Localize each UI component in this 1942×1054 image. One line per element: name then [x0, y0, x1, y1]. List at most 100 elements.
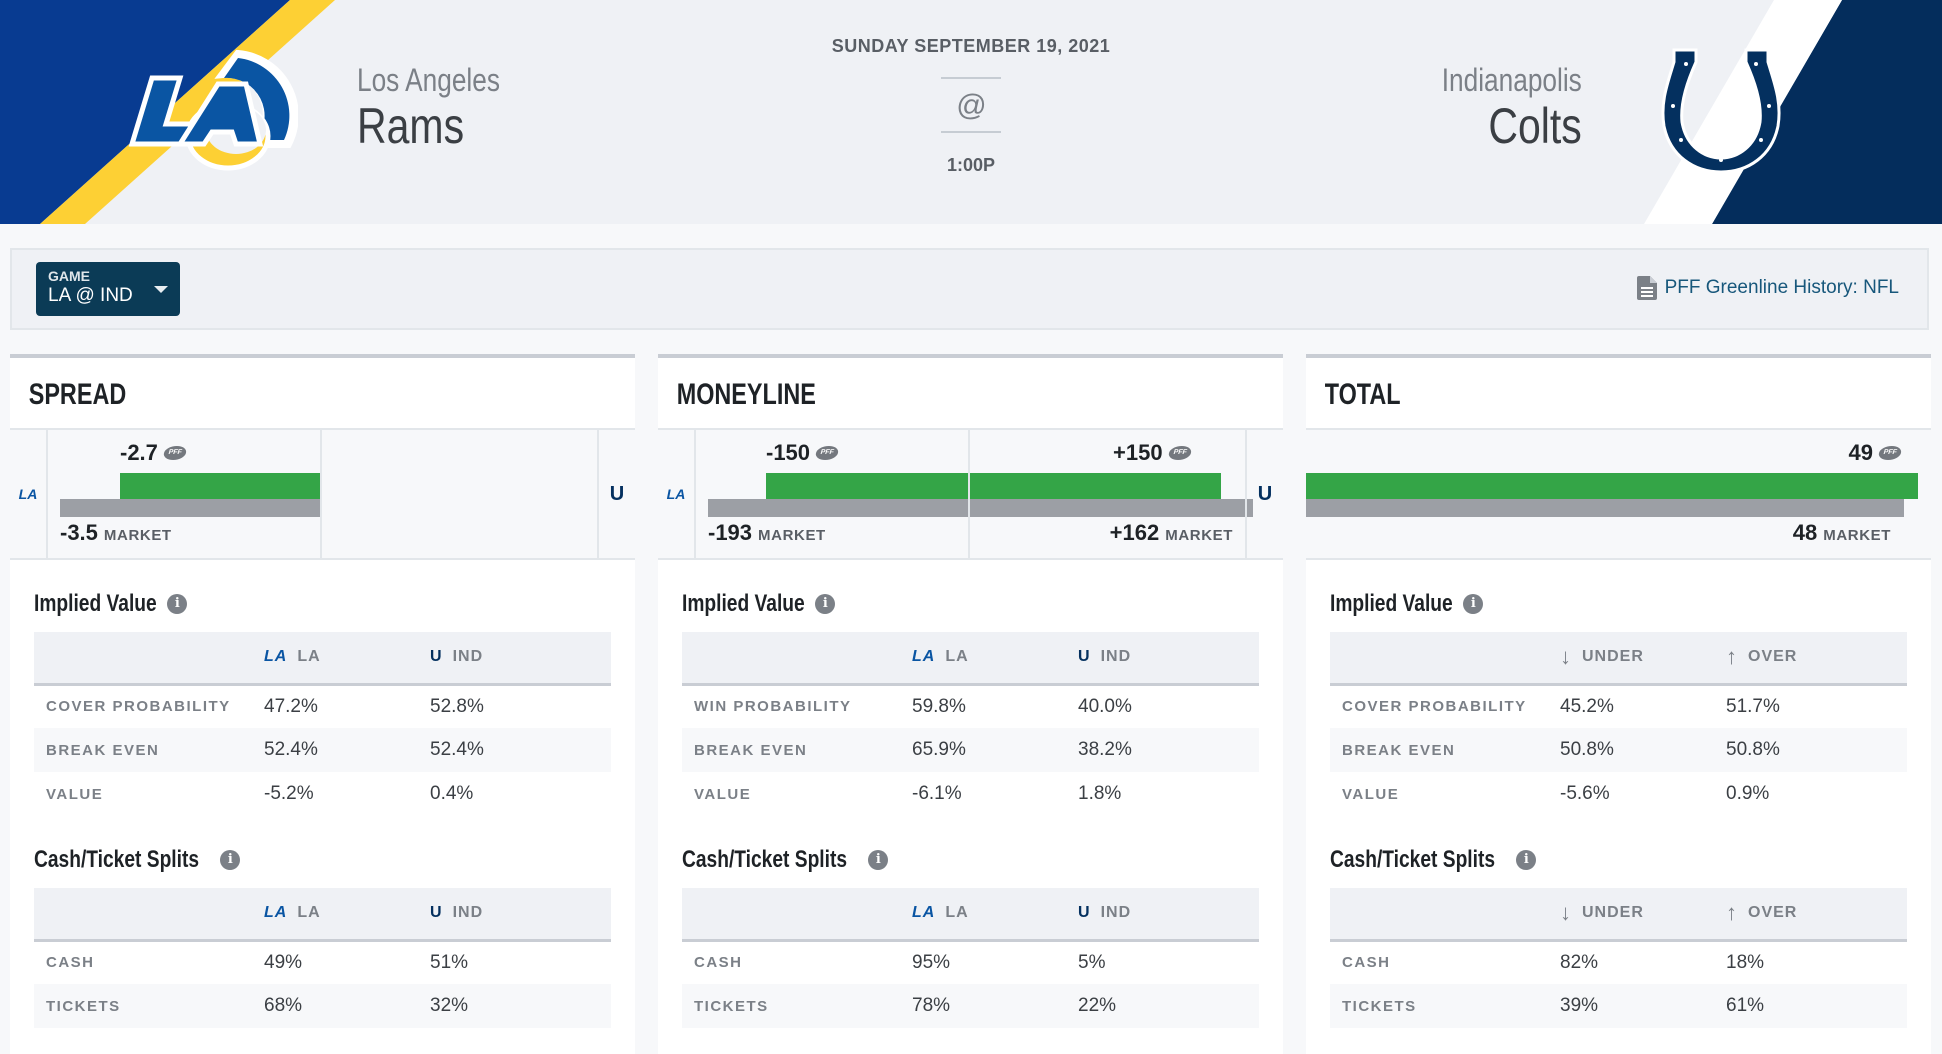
market-bar — [60, 499, 320, 517]
col-label: OVER — [1748, 904, 1798, 922]
col-label: LA — [297, 648, 321, 666]
cash-ticket-table: ↓ UNDER ↑ OVER CASH 82% 18% TICKETS 39% 61% — [1330, 888, 1907, 1028]
row-label: TICKETS — [1330, 984, 1560, 1028]
cell-value: -6.1% — [912, 783, 962, 804]
table-row: BREAK EVEN 52.4% 52.4% — [34, 728, 611, 772]
cell-value: -5.6% — [1560, 783, 1610, 804]
info-icon[interactable]: i — [868, 850, 889, 870]
col-header-la: LA LA — [264, 632, 430, 686]
info-icon[interactable]: i — [167, 594, 188, 614]
info-icon[interactable]: i — [220, 850, 241, 870]
col-header-ind: U IND — [1078, 888, 1259, 942]
section-title: Implied Value — [34, 590, 157, 617]
table-row: COVER PROBABILITY 45.2% 51.7% — [1330, 684, 1907, 728]
rams-logo-icon: LA — [264, 904, 288, 922]
row-label: COVER PROBABILITY — [46, 698, 231, 716]
cell-value: 82% — [1560, 951, 1599, 973]
arrow-up-icon: ↑ — [1726, 900, 1738, 926]
header-blank — [682, 632, 912, 686]
col-header-la: LA LA — [912, 888, 1078, 942]
away-side: U — [597, 430, 635, 558]
table-row: CASH 82% 18% — [1330, 940, 1907, 984]
pff-bar — [1306, 473, 1918, 499]
section-title: Implied Value — [1330, 590, 1453, 617]
table-row: TICKETS 39% 61% — [1330, 984, 1907, 1028]
row-label: VALUE — [694, 785, 752, 803]
table-row: VALUE -5.2% 0.4% — [34, 772, 611, 816]
col-label: UNDER — [1582, 648, 1644, 666]
table-row: VALUE -6.1% 1.8% — [682, 772, 1259, 816]
cell-value: 95% — [912, 951, 951, 973]
colts-horseshoe-icon: U — [430, 904, 443, 922]
header-blank — [1330, 888, 1560, 942]
table-row: VALUE -5.6% 0.9% — [1330, 772, 1907, 816]
row-label: WIN PROBABILITY — [694, 698, 852, 716]
col-header-under: ↓ UNDER — [1560, 632, 1726, 686]
col-label: LA — [297, 904, 321, 922]
rams-logo-icon: LA — [912, 904, 936, 922]
row-label: BREAK EVEN — [1330, 728, 1560, 772]
implied-value-title: Implied Value i — [34, 590, 611, 618]
colts-horseshoe-icon: U — [1078, 904, 1091, 922]
col-label: OVER — [1748, 648, 1798, 666]
colts-horseshoe-icon: U — [1078, 648, 1091, 666]
cell-value: 51.7% — [1726, 695, 1780, 717]
divider — [941, 131, 1001, 133]
card-title: TOTAL — [1324, 378, 1401, 411]
market-label: MARKET — [103, 527, 172, 544]
card-title: SPREAD — [28, 378, 127, 411]
row-label: VALUE — [46, 785, 104, 803]
market-spread-value: -3.5 MARKET — [60, 520, 172, 546]
header-blank — [34, 632, 264, 686]
game-select-label: GAME — [48, 268, 90, 284]
table-row: CASH 95% 5% — [682, 940, 1259, 984]
col-label: IND — [452, 648, 484, 666]
row-label: CASH — [46, 954, 95, 972]
away-team-city: Indianapolis — [1441, 62, 1582, 98]
at-icon: @ — [955, 89, 987, 122]
info-icon[interactable]: i — [1463, 594, 1484, 614]
divider — [941, 77, 1001, 79]
market-bar — [1306, 499, 1904, 517]
implied-value-table: LA LA U IND COVER PROBABILITY 47.2% 52.8% BR… — [34, 632, 611, 816]
cell-value: 59.8% — [912, 695, 966, 717]
col-label: IND — [1100, 648, 1132, 666]
implied-value-table: LA LA U IND WIN PROBABILITY 59.8% 40.0% BREA… — [682, 632, 1259, 816]
info-icon[interactable]: i — [1516, 850, 1537, 870]
cell-value: 65.9% — [912, 728, 1078, 772]
greenline-history-label: PFF Greenline History: NFL — [1664, 277, 1899, 298]
info-icon[interactable]: i — [815, 594, 836, 614]
cell-value: 50.8% — [1726, 728, 1907, 772]
market-bar — [708, 499, 1253, 517]
pff-spread-value: -2.7 PFF — [120, 440, 188, 466]
col-header-over: ↑ OVER — [1726, 632, 1907, 686]
rams-logo-icon: LA — [264, 648, 288, 666]
cell-value: 40.0% — [1078, 695, 1132, 717]
colts-horseshoe-icon: U — [430, 648, 443, 666]
away-team-name: Colts — [1488, 98, 1582, 154]
game-info: SUNDAY SEPTEMBER 19, 2021 @ 1:00P — [0, 36, 1942, 176]
greenline-history-link[interactable]: PFF Greenline History: NFL — [1636, 276, 1899, 300]
game-select-dropdown[interactable]: GAME LA @ IND — [36, 262, 180, 316]
cell-value: 52.8% — [430, 695, 484, 717]
row-label: COVER PROBABILITY — [1342, 698, 1527, 716]
home-side: LA — [10, 430, 48, 558]
card-title: MONEYLINE — [676, 378, 816, 411]
market-value: -3.5 — [60, 520, 98, 545]
cell-value: 78% — [912, 984, 1078, 1028]
row-label: BREAK EVEN — [34, 728, 264, 772]
header-blank — [682, 888, 912, 942]
cell-value: 49% — [264, 951, 303, 973]
arrow-up-icon: ↑ — [1726, 644, 1738, 670]
cell-value: 47.2% — [264, 695, 318, 717]
col-header-la: LA LA — [912, 632, 1078, 686]
row-label: CASH — [1342, 954, 1391, 972]
market-value: +162 — [1109, 520, 1160, 545]
away-side: U — [1245, 430, 1283, 558]
pff-home-value: -150 PFF — [766, 440, 840, 466]
row-label: BREAK EVEN — [682, 728, 912, 772]
implied-value-title: Implied Value i — [1330, 590, 1907, 618]
section-title: Cash/Ticket Splits — [1330, 846, 1496, 873]
section-title: Cash/Ticket Splits — [682, 846, 848, 873]
rams-logo-icon: LA — [912, 648, 936, 666]
